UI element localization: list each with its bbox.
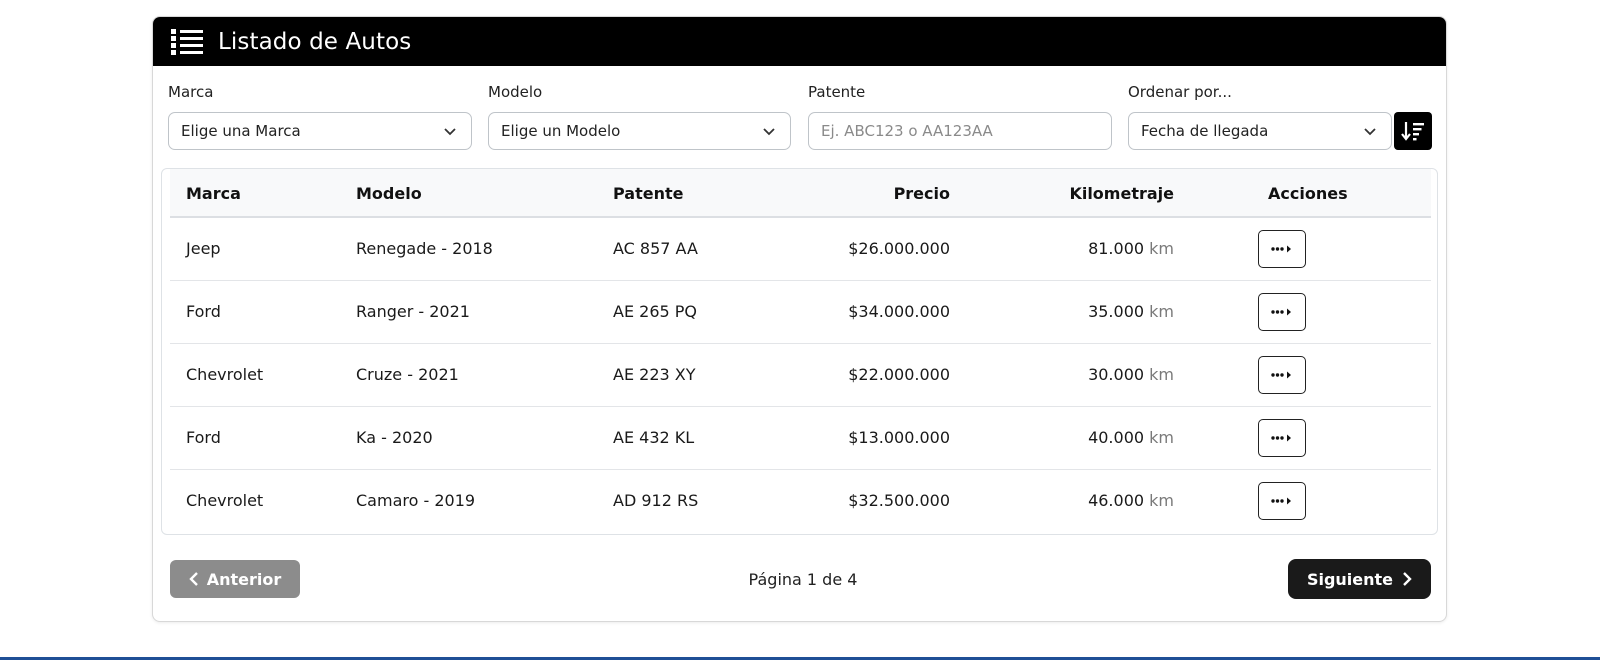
plate-input[interactable]: Ej. ABC123 o AA123AA xyxy=(808,112,1112,150)
cell-mileage: 46.000 km xyxy=(1014,491,1174,510)
cell-mileage: 81.000 km xyxy=(1014,239,1174,258)
plate-input-placeholder: Ej. ABC123 o AA123AA xyxy=(821,122,993,140)
column-header-plate: Patente xyxy=(613,184,684,203)
cell-mileage: 30.000 km xyxy=(1014,365,1174,384)
chevron-down-icon xyxy=(763,128,775,136)
order-select[interactable]: Fecha de llegada xyxy=(1128,112,1392,150)
more-actions-icon xyxy=(1271,497,1291,505)
more-actions-icon xyxy=(1271,434,1291,442)
cell-plate: AE 223 XY xyxy=(613,365,696,384)
more-actions-icon xyxy=(1271,308,1291,316)
sort-descending-icon xyxy=(1401,122,1424,141)
row-actions-button[interactable] xyxy=(1258,482,1306,520)
cars-list-card: Listado de Autos Marca Elige una Marca M… xyxy=(152,16,1447,622)
model-select-value: Elige un Modelo xyxy=(501,122,621,140)
cell-model: Ranger - 2021 xyxy=(356,302,470,321)
row-actions-button[interactable] xyxy=(1258,293,1306,331)
mileage-value: 35.000 xyxy=(1088,302,1145,321)
table-header: Marca Modelo Patente Precio Kilometraje … xyxy=(170,169,1431,218)
next-page-label: Siguiente xyxy=(1306,569,1394,589)
model-select[interactable]: Elige un Modelo xyxy=(488,112,791,150)
chevron-down-icon xyxy=(444,128,456,136)
table-row: Ford Ranger - 2021 AE 265 PQ $34.000.000… xyxy=(170,281,1431,344)
mileage-unit: km xyxy=(1149,365,1174,384)
brand-select-value: Elige una Marca xyxy=(181,122,301,140)
cell-plate: AE 265 PQ xyxy=(613,302,698,321)
cell-model: Renegade - 2018 xyxy=(356,239,493,258)
column-header-brand: Marca xyxy=(186,184,241,203)
brand-filter-label: Marca xyxy=(168,83,214,101)
order-filter-label: Ordenar por... xyxy=(1128,83,1232,101)
table-row: Chevrolet Cruze - 2021 AE 223 XY $22.000… xyxy=(170,344,1431,407)
row-actions-button[interactable] xyxy=(1258,356,1306,394)
cell-price: $26.000.000 xyxy=(848,239,950,258)
sort-direction-button[interactable] xyxy=(1394,112,1432,150)
cell-plate: AC 857 AA xyxy=(613,239,698,258)
cars-table: Marca Modelo Patente Precio Kilometraje … xyxy=(161,168,1438,535)
cell-brand: Chevrolet xyxy=(186,365,264,384)
chevron-right-icon xyxy=(1403,572,1412,586)
mileage-value: 30.000 xyxy=(1088,365,1145,384)
list-icon xyxy=(171,28,203,55)
cell-price: $34.000.000 xyxy=(848,302,950,321)
cell-plate: AE 432 KL xyxy=(613,428,695,447)
mileage-unit: km xyxy=(1149,302,1174,321)
column-header-price: Precio xyxy=(893,184,950,203)
page-title: Listado de Autos xyxy=(218,28,412,55)
cell-brand: Chevrolet xyxy=(186,491,264,510)
cell-mileage: 35.000 km xyxy=(1014,302,1174,321)
model-filter: Modelo xyxy=(488,83,542,103)
brand-select[interactable]: Elige una Marca xyxy=(168,112,472,150)
cell-brand: Ford xyxy=(186,428,221,447)
table-row: Ford Ka - 2020 AE 432 KL $13.000.000 40.… xyxy=(170,407,1431,470)
previous-page-label: Anterior xyxy=(206,569,282,589)
column-header-mileage: Kilometraje xyxy=(1069,184,1174,203)
mileage-value: 81.000 xyxy=(1088,239,1145,258)
model-filter-label: Modelo xyxy=(488,83,543,101)
cell-model: Camaro - 2019 xyxy=(356,491,476,510)
brand-filter: Marca xyxy=(168,83,213,103)
next-page-button[interactable]: Siguiente xyxy=(1288,559,1431,599)
chevron-down-icon xyxy=(1364,128,1376,136)
card-header: Listado de Autos xyxy=(153,17,1446,66)
mileage-unit: km xyxy=(1149,491,1174,510)
more-actions-icon xyxy=(1271,371,1291,379)
cell-price: $13.000.000 xyxy=(848,428,950,447)
previous-page-button[interactable]: Anterior xyxy=(170,560,300,598)
mileage-unit: km xyxy=(1149,428,1174,447)
row-actions-button[interactable] xyxy=(1258,230,1306,268)
cell-model: Cruze - 2021 xyxy=(356,365,459,384)
cell-mileage: 40.000 km xyxy=(1014,428,1174,447)
more-actions-icon xyxy=(1271,245,1291,253)
cell-brand: Jeep xyxy=(186,239,221,258)
table-row: Jeep Renegade - 2018 AC 857 AA $26.000.0… xyxy=(170,218,1431,281)
column-header-model: Modelo xyxy=(356,184,422,203)
cell-price: $22.000.000 xyxy=(848,365,950,384)
plate-filter: Patente xyxy=(808,83,865,103)
cell-model: Ka - 2020 xyxy=(356,428,433,447)
chevron-left-icon xyxy=(189,572,198,586)
cell-plate: AD 912 RS xyxy=(613,491,699,510)
filters-bar: Marca Elige una Marca Modelo Elige un Mo… xyxy=(153,66,1446,166)
page-indicator: Página 1 de 4 xyxy=(748,570,858,589)
mileage-value: 40.000 xyxy=(1088,428,1145,447)
mileage-unit: km xyxy=(1149,239,1174,258)
cell-brand: Ford xyxy=(186,302,221,321)
order-filter: Ordenar por... xyxy=(1128,83,1232,103)
row-actions-button[interactable] xyxy=(1258,419,1306,457)
order-select-value: Fecha de llegada xyxy=(1141,122,1269,140)
table-row: Chevrolet Camaro - 2019 AD 912 RS $32.50… xyxy=(170,470,1431,533)
cell-price: $32.500.000 xyxy=(848,491,950,510)
plate-filter-label: Patente xyxy=(808,83,866,101)
column-header-actions: Acciones xyxy=(1268,184,1348,203)
mileage-value: 46.000 xyxy=(1088,491,1145,510)
